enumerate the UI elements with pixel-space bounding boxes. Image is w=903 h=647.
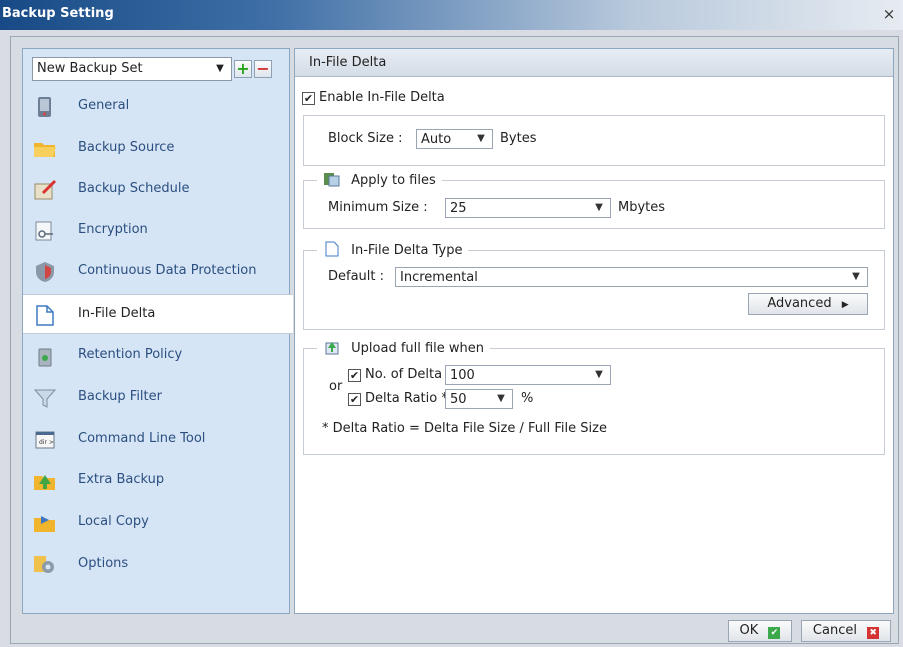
sidebar-item-extra-backup[interactable]: Extra Backup [23,461,289,501]
sidebar-item-label: Continuous Data Protection [78,263,257,278]
block-size-unit: Bytes [500,131,537,146]
cancel-button[interactable]: Cancel ✖ [801,620,891,642]
advanced-label: Advanced [767,296,832,311]
chevron-down-icon: ▼ [595,202,603,213]
sidebar-item-label: In-File Delta [78,306,156,321]
delta-count-dropdown[interactable]: 100 ▼ [445,365,611,385]
chevron-down-icon: ▼ [852,271,860,282]
add-backup-set-button[interactable]: + [234,60,252,78]
or-label: or [329,379,343,394]
delta-ratio-checkbox[interactable]: ✔ [348,393,361,406]
apply-to-files-title: Apply to files [351,173,436,188]
delta-ratio-note: * Delta Ratio = Delta File Size / Full F… [322,421,607,436]
sidebar-item-label: Options [78,556,129,571]
sidebar-item-label: Encryption [78,222,148,237]
close-icon[interactable]: × [879,4,899,24]
gears-icon [34,556,54,573]
delta-type-value: Incremental [400,270,478,285]
folder-copy-icon [34,516,55,532]
recycle-bin-icon [38,348,52,367]
document-icon [36,305,54,326]
check-icon: ✔ [768,627,781,639]
sidebar-item-continuous-data-protection[interactable]: Continuous Data Protection [23,252,289,292]
chevron-down-icon: ▼ [497,393,505,404]
backup-set-dropdown[interactable]: New Backup Set ▼ [32,57,232,81]
delta-type-legend: In-File Delta Type [317,241,469,258]
sidebar-item-general[interactable]: General [23,87,289,127]
delta-ratio-unit: % [521,391,534,406]
backup-setting-window: Backup Setting × New Backup Set ▼ + − Ge… [0,0,903,647]
minimum-size-dropdown[interactable]: 25 ▼ [445,198,611,218]
advanced-button[interactable]: Advanced ▶ [748,293,868,315]
sidebar-item-retention-policy[interactable]: Retention Policy [23,336,289,376]
cancel-label: Cancel [812,623,857,638]
sidebar-item-label: General [78,98,130,113]
block-size-label: Block Size : [328,131,403,146]
sidebar-item-options[interactable]: Options [23,545,289,585]
sidebar-item-label: Retention Policy [78,347,183,362]
sidebar-item-encryption[interactable]: Encryption [23,211,289,251]
sidebar-item-label: Local Copy [78,514,149,529]
sidebar-item-command-line-tool[interactable]: dir > Command Line Tool [23,420,289,460]
ok-label: OK [739,623,759,638]
panel-title: In-File Delta [309,55,387,70]
panel-header: In-File Delta [295,49,893,77]
svg-text:dir >: dir > [39,439,54,446]
backup-set-value: New Backup Set [37,61,143,76]
funnel-icon [33,389,57,408]
chevron-down-icon: ▼ [477,133,485,144]
shield-icon [36,262,54,282]
calendar-icon [34,179,57,200]
delta-type-dropdown[interactable]: Incremental ▼ [395,267,868,287]
sidebar-item-label: Command Line Tool [78,431,206,446]
delta-count-label: No. of Delta > [365,367,458,382]
enable-in-file-delta-label: Enable In-File Delta [319,90,445,105]
chevron-right-icon: ▶ [841,300,849,310]
files-icon [324,173,340,187]
sidebar-item-label: Backup Schedule [78,181,190,196]
terminal-icon: dir > [35,431,55,449]
sidebar-item-in-file-delta[interactable]: In-File Delta [23,294,293,334]
delta-ratio-value: 50 [450,392,467,407]
minimum-size-value: 25 [450,201,467,216]
sidebar-item-local-copy[interactable]: Local Copy [23,503,289,543]
x-icon: ✖ [867,627,880,639]
key-icon [35,221,53,241]
document-icon [325,241,339,257]
chevron-down-icon: ▼ [595,369,603,380]
sidebar-item-label: Backup Filter [78,389,162,404]
sidebar-item-backup-schedule[interactable]: Backup Schedule [23,170,289,210]
apply-to-files-legend: Apply to files [317,171,442,188]
block-size-value: Auto [421,132,452,147]
sidebar-item-backup-source[interactable]: Backup Source [23,129,289,169]
remove-backup-set-button[interactable]: − [254,60,272,78]
enable-in-file-delta-checkbox[interactable]: ✔ [302,92,315,105]
minimum-size-unit: Mbytes [618,200,666,215]
upload-full-file-legend: Upload full file when [317,339,491,356]
default-type-label: Default : [328,269,385,284]
delta-type-title: In-File Delta Type [351,243,463,258]
delta-count-value: 100 [450,368,475,383]
block-size-dropdown[interactable]: Auto ▼ [416,129,493,149]
folder-arrow-icon [34,475,55,490]
sidebar-item-backup-filter[interactable]: Backup Filter [23,378,289,418]
disk-icon [38,97,51,117]
title-bar[interactable]: Backup Setting × [0,0,903,30]
delta-type-group [303,250,885,330]
upload-icon [325,342,339,355]
chevron-down-icon: ▼ [216,63,224,74]
sidebar-item-label: Extra Backup [78,472,165,487]
sidebar: New Backup Set ▼ + − General Backup Sour… [22,48,293,614]
folder-icon [34,143,56,157]
delta-ratio-dropdown[interactable]: 50 ▼ [445,389,513,409]
delta-count-checkbox[interactable]: ✔ [348,369,361,382]
window-title: Backup Setting [2,6,114,21]
sidebar-item-label: Backup Source [78,140,175,155]
settings-panel: In-File Delta ✔ Enable In-File Delta Blo… [294,48,894,614]
upload-full-file-title: Upload full file when [351,341,485,356]
minimum-size-label: Minimum Size : [328,200,428,215]
ok-button[interactable]: OK ✔ [728,620,792,642]
